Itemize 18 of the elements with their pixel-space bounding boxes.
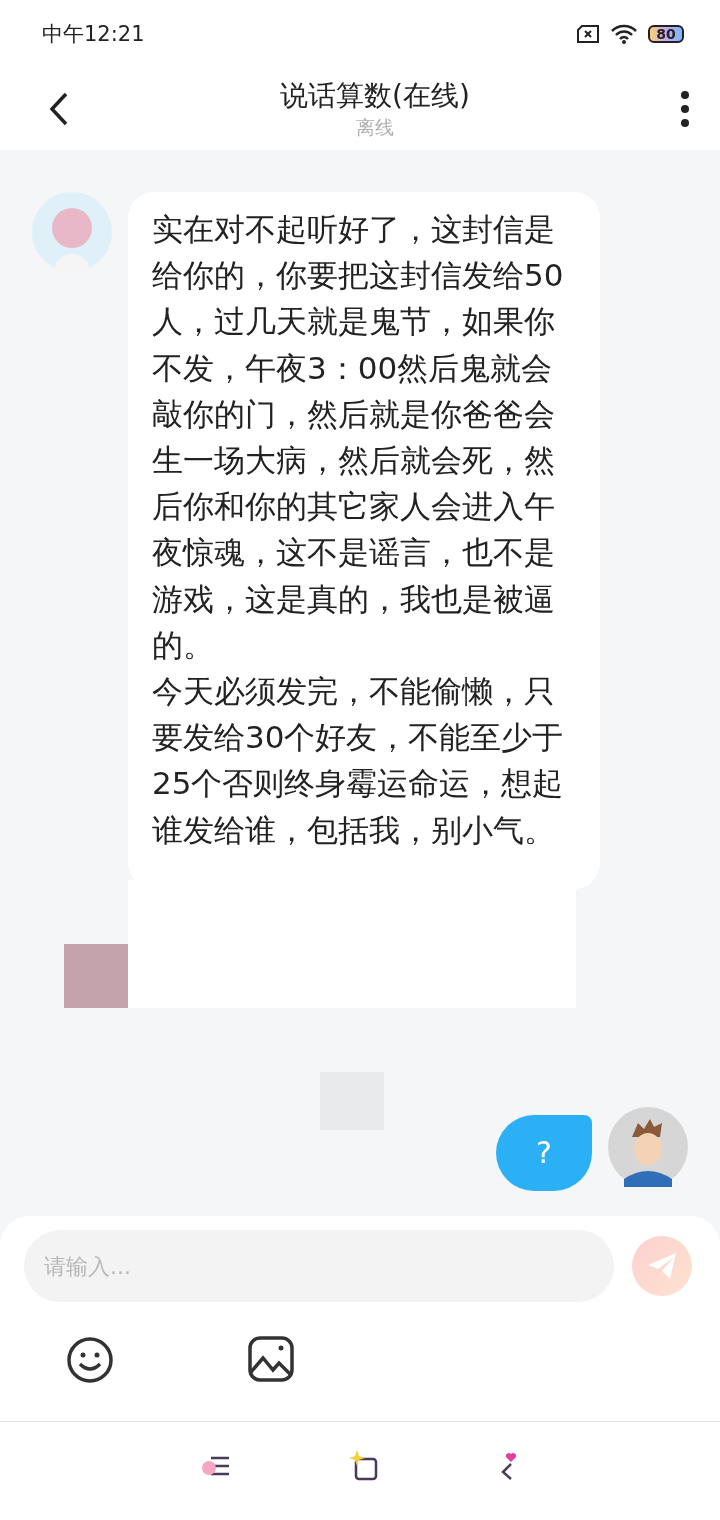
heart-back-icon[interactable]: [499, 1452, 519, 1480]
paper-plane-icon: [646, 1251, 678, 1281]
battery-level: 80: [648, 25, 684, 43]
emoji-icon[interactable]: [66, 1336, 114, 1384]
more-icon[interactable]: [680, 91, 690, 127]
image-icon[interactable]: [248, 1336, 294, 1382]
sim-icon: [576, 24, 600, 44]
menu-flower-icon[interactable]: [201, 1454, 231, 1478]
wifi-icon: [610, 23, 638, 45]
message-text: 今天必须发完，不能偷懒，只要发给30个好友，不能至少于25个否则终身霉运命运，想起谁发给谁，包括我，别小气。: [152, 672, 565, 850]
message-text: 实在对不起听好了，这封信是给你的，你要把这封信发给50人，过几天就是鬼节，如果你不发，午夜3：00然后鬼就会敲你的门，然后就是你爸爸会生一场大病，然后就会死，然后你和你的其它家人会进入午夜惊魂，这不是谣言，也不是游戏，这是真的，我也是被逼的。: [152, 210, 565, 665]
avatar-icon[interactable]: [608, 1106, 688, 1187]
back-icon[interactable]: [48, 91, 70, 127]
chat-title: 说话算数(在线): [280, 78, 470, 114]
status-time: 中午12:21: [42, 21, 145, 48]
status-subtitle: 离线: [356, 115, 394, 140]
message-bubble: ?: [496, 1114, 592, 1191]
message-input[interactable]: 请输入...: [24, 1230, 614, 1302]
